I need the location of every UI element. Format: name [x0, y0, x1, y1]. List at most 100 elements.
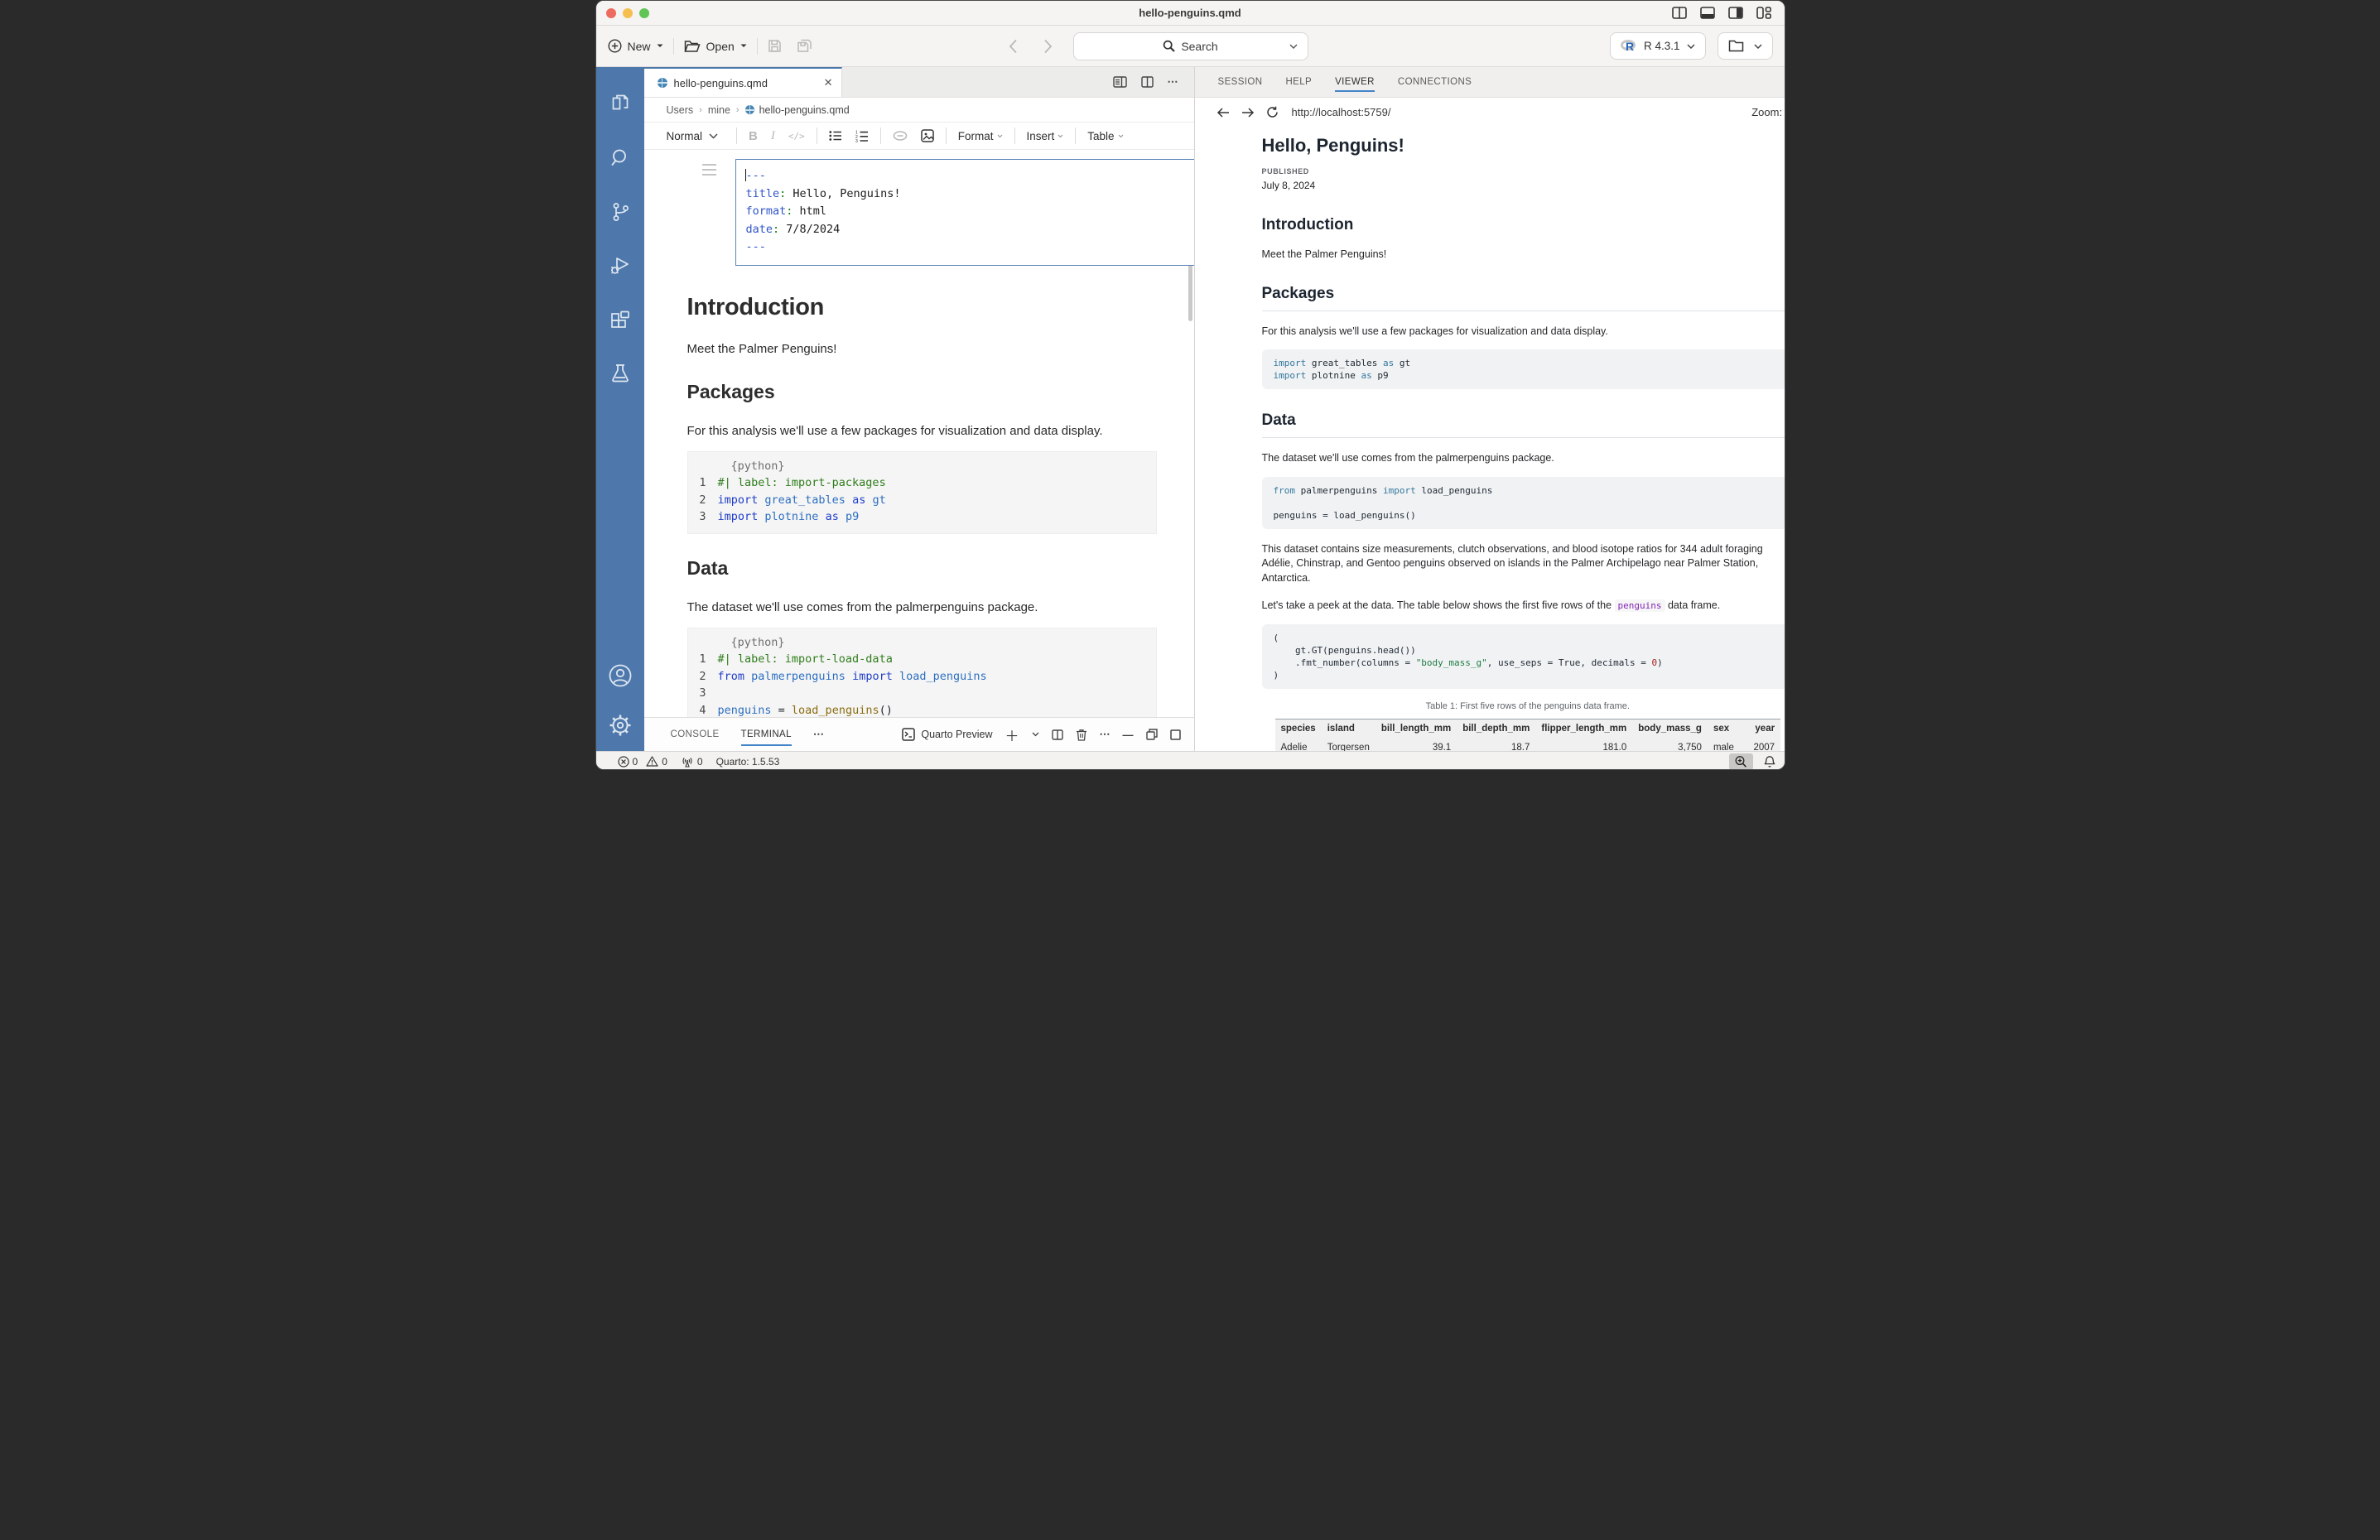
radio-tower-icon: [681, 756, 694, 768]
zoom-in-status-icon[interactable]: [1729, 753, 1753, 770]
split-terminal-icon[interactable]: [1052, 729, 1063, 740]
quarto-version-status[interactable]: Quarto: 1.5.53: [716, 756, 780, 768]
warning-icon: [646, 756, 658, 767]
extensions-icon[interactable]: [609, 309, 631, 330]
account-icon[interactable]: [608, 663, 633, 688]
terminal-profile-chevron-icon[interactable]: [1032, 732, 1039, 737]
terminal-tab[interactable]: TERMINAL: [741, 718, 792, 751]
minimize-window-button[interactable]: [623, 8, 633, 18]
nav-back-icon[interactable]: [1009, 39, 1018, 54]
editor-content[interactable]: ---title: Hello, Penguins!format: htmlda…: [644, 150, 1194, 717]
customize-layout-icon[interactable]: [1756, 7, 1771, 19]
activity-bar: [596, 67, 644, 751]
table-column-header: flipper_length_mm: [1535, 719, 1632, 738]
notifications-bell-icon[interactable]: [1763, 755, 1776, 768]
quarto-preview-terminal[interactable]: Quarto Preview: [902, 728, 992, 741]
table-column-header: species: [1275, 719, 1322, 738]
viewer-reload-icon[interactable]: [1266, 106, 1279, 118]
session-tab[interactable]: SESSION: [1218, 67, 1263, 97]
close-tab-icon[interactable]: ✕: [824, 76, 833, 89]
new-file-button[interactable]: New: [608, 39, 663, 53]
search-input[interactable]: Search: [1073, 32, 1308, 60]
rendered-document[interactable]: Hello, Penguins! PUBLISHED July 8, 2024 …: [1195, 127, 1785, 751]
explorer-icon[interactable]: [609, 94, 631, 115]
panel-more-tabs-icon[interactable]: ⋯: [813, 728, 824, 741]
bullet-list-button[interactable]: [829, 130, 842, 142]
breadcrumb-file[interactable]: hello-penguins.qmd: [745, 104, 850, 116]
open-preview-icon[interactable]: [1113, 76, 1127, 88]
ports-status[interactable]: 0: [681, 756, 703, 768]
save-all-icon[interactable]: [797, 39, 812, 53]
run-debug-icon[interactable]: [609, 255, 631, 277]
editor-code-cell-import-load-data[interactable]: {python} 1#| label: import-load-data2fro…: [687, 628, 1157, 718]
editor-tab-bar: hello-penguins.qmd ✕ ⋯: [644, 67, 1194, 98]
yaml-lines: ---title: Hello, Penguins!format: htmlda…: [746, 167, 1194, 257]
link-button[interactable]: [893, 131, 908, 141]
source-control-icon[interactable]: [609, 201, 631, 223]
panel-more-actions-icon[interactable]: ⋯: [1100, 728, 1111, 741]
breadcrumb: Users › mine › hello-penguins.qmd: [644, 98, 1194, 123]
app-window: hello-penguins.qmd New Open Search: [595, 0, 1785, 770]
help-tab[interactable]: HELP: [1285, 67, 1312, 97]
table-menu[interactable]: Table: [1087, 130, 1123, 142]
search-sidebar-icon[interactable]: [609, 147, 631, 169]
toggle-sidebar-icon[interactable]: [1672, 7, 1687, 19]
interpreter-selector[interactable]: R R 4.3.1: [1610, 32, 1706, 60]
paragraph-style-select[interactable]: Normal: [667, 130, 719, 142]
insert-menu[interactable]: Insert: [1027, 130, 1064, 142]
maximize-window-button[interactable]: [639, 8, 649, 18]
split-editor-icon[interactable]: [1141, 76, 1154, 88]
table-column-header: year: [1747, 719, 1780, 738]
viewer-back-icon[interactable]: [1216, 108, 1230, 118]
breadcrumb-item[interactable]: Users: [667, 104, 694, 116]
new-terminal-icon[interactable]: ＋: [1005, 724, 1019, 745]
title-bar: hello-penguins.qmd: [596, 1, 1785, 26]
open-file-button[interactable]: Open: [684, 40, 747, 53]
maximize-panel-icon[interactable]: [1170, 729, 1181, 740]
save-icon[interactable]: [768, 39, 782, 53]
doc-published-date: July 8, 2024: [1262, 180, 1785, 191]
workspace-folder-selector[interactable]: [1718, 32, 1773, 60]
main-toolbar: New Open Search R R 4.3.1: [596, 26, 1785, 67]
settings-gear-icon[interactable]: [608, 713, 633, 738]
chevron-right-icon: ›: [699, 105, 702, 115]
viewer-tab[interactable]: VIEWER: [1335, 67, 1375, 97]
kill-terminal-icon[interactable]: [1076, 729, 1087, 741]
problems-status[interactable]: 0 0: [618, 756, 667, 768]
editor-code-cell-import-packages[interactable]: {python} 1#| label: import-packages2impo…: [687, 451, 1157, 534]
console-tab[interactable]: CONSOLE: [671, 718, 720, 751]
code-button[interactable]: </>: [788, 131, 805, 142]
nav-forward-icon[interactable]: [1043, 39, 1053, 54]
doc-heading-introduction: Introduction: [1262, 216, 1785, 234]
viewer-url[interactable]: http://localhost:5759/: [1292, 106, 1391, 118]
doc-published-label: PUBLISHED: [1262, 167, 1785, 176]
editor-tab[interactable]: hello-penguins.qmd ✕: [644, 67, 842, 97]
numbered-list-button[interactable]: 123: [855, 130, 869, 142]
window-controls: [606, 8, 649, 18]
breadcrumb-item[interactable]: mine: [708, 104, 730, 116]
panel-tab-bar: SESSION HELP VIEWER CONNECTIONS ✕: [1195, 67, 1785, 98]
quarto-file-icon: [745, 105, 754, 114]
editor-pane: hello-penguins.qmd ✕ ⋯ Users › mine › he…: [644, 67, 1194, 751]
more-actions-icon[interactable]: ⋯: [1168, 75, 1179, 89]
minimize-panel-icon[interactable]: —: [1123, 729, 1134, 741]
viewer-forward-icon[interactable]: [1241, 108, 1255, 118]
search-scope-chevron-icon[interactable]: [1289, 44, 1298, 49]
restore-panel-icon[interactable]: [1146, 729, 1158, 740]
block-drag-handle-icon[interactable]: [702, 164, 716, 179]
format-menu[interactable]: Format: [958, 130, 1003, 142]
doc-code-block-imports: import great_tables as gtimport plotnine…: [1262, 349, 1785, 389]
italic-button[interactable]: I: [771, 129, 775, 143]
plus-circle-icon: [608, 39, 622, 53]
testing-flask-icon[interactable]: [609, 363, 631, 384]
bold-button[interactable]: B: [749, 129, 758, 143]
table-caption: Table 1: First five rows of the penguins…: [1262, 701, 1785, 711]
r-logo-icon: R: [1621, 39, 1637, 53]
image-button[interactable]: [921, 129, 934, 142]
close-window-button[interactable]: [606, 8, 616, 18]
toggle-secondary-sidebar-icon[interactable]: [1728, 7, 1743, 19]
viewer-zoom-select[interactable]: Zoom: (Auto): [1751, 106, 1785, 118]
toggle-panel-icon[interactable]: [1700, 7, 1715, 19]
connections-tab[interactable]: CONNECTIONS: [1398, 67, 1472, 97]
yaml-front-matter[interactable]: ---title: Hello, Penguins!format: htmlda…: [735, 159, 1194, 266]
